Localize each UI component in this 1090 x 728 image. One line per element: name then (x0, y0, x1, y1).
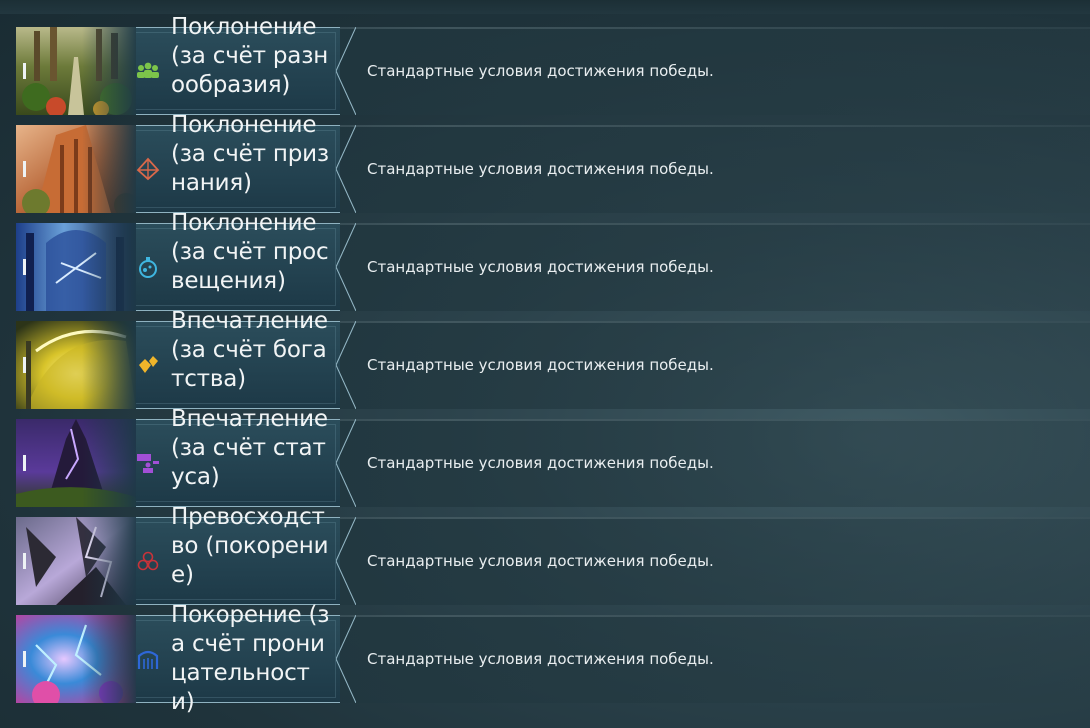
victory-title: Превосходство (покорение) (171, 504, 329, 588)
victory-description: Стандартные условия достижения победы. (367, 650, 714, 668)
victory-condition-row[interactable]: Впечатление (за счёт статуса) Стандартны… (16, 406, 1090, 507)
card-arrow-edge (336, 125, 356, 213)
top-scrolled-text-strip (0, 0, 1090, 14)
victory-title: Поклонение (за счёт признания) (171, 112, 329, 196)
selection-marker (23, 455, 26, 471)
victory-illustration (16, 27, 136, 115)
victory-description: Стандартные условия достижения победы. (367, 356, 714, 374)
victory-title: Поклонение (за счёт просвещения) (171, 210, 329, 294)
victory-illustration (16, 223, 136, 311)
victory-title: Поклонение (за счёт разнообразия) (171, 14, 329, 98)
gate-icon (135, 647, 161, 671)
victory-title: Покорение (за счёт проницательности) (171, 602, 330, 715)
card-arrow-edge (336, 419, 356, 507)
victory-description: Стандартные условия достижения победы. (367, 258, 714, 276)
victory-description: Стандартные условия достижения победы. (367, 62, 714, 80)
victory-description: Стандартные условия достижения победы. (367, 552, 714, 570)
victory-condition-row[interactable]: Покорение (за счёт проницательности) Ста… (16, 602, 1090, 715)
victory-description: Стандартные условия достижения победы. (367, 160, 714, 178)
victory-illustration (16, 321, 136, 409)
victory-condition-row[interactable]: Поклонение (за счёт признания) Стандартн… (16, 112, 1090, 213)
flask-icon (135, 255, 161, 279)
victory-condition-row[interactable]: Впечатление (за счёт богатства) Стандарт… (16, 308, 1090, 409)
victory-illustration (16, 419, 136, 507)
card-arrow-edge (336, 517, 356, 605)
card-arrow-edge (336, 223, 356, 311)
selection-marker (23, 259, 26, 275)
victory-title: Впечатление (за счёт богатства) (171, 308, 328, 392)
pyramid-icon (135, 157, 161, 181)
victory-illustration (16, 517, 136, 605)
victory-condition-row[interactable]: Поклонение (за счёт просвещения) Стандар… (16, 210, 1090, 311)
selection-marker (23, 161, 26, 177)
victory-condition-row[interactable]: Поклонение (за счёт разнообразия) Станда… (16, 14, 1090, 115)
circles-icon (135, 549, 161, 573)
card-arrow-edge (336, 321, 356, 409)
selection-marker (23, 651, 26, 667)
victory-illustration (16, 615, 136, 703)
card-arrow-edge (336, 27, 356, 115)
gems-icon (135, 353, 161, 377)
victory-illustration (16, 125, 136, 213)
selection-marker (23, 63, 26, 79)
podium-icon (135, 451, 161, 475)
people-group-icon (135, 59, 161, 83)
selection-marker (23, 357, 26, 373)
card-arrow-edge (336, 615, 356, 703)
victory-title: Впечатление (за счёт статуса) (171, 406, 328, 490)
selection-marker (23, 553, 26, 569)
victory-condition-row[interactable]: Превосходство (покорение) Стандартные ус… (16, 504, 1090, 605)
victory-description: Стандартные условия достижения победы. (367, 454, 714, 472)
